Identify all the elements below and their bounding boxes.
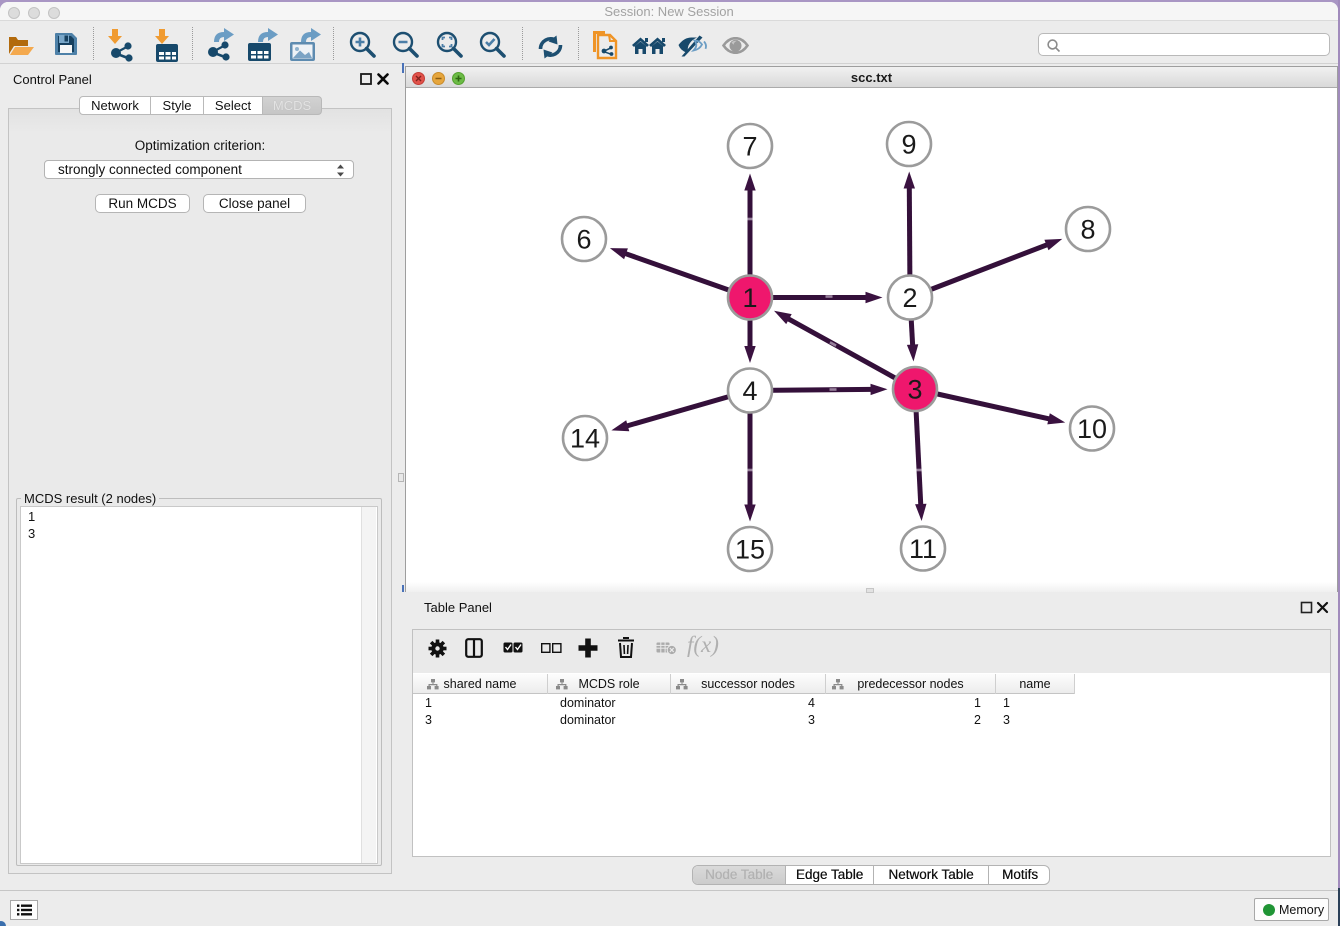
svg-text:10: 10	[1077, 414, 1107, 444]
svg-text:14: 14	[570, 424, 600, 454]
svg-text:6: 6	[576, 225, 591, 255]
svg-text:4: 4	[742, 376, 757, 406]
svg-text:15: 15	[735, 535, 765, 565]
svg-text:2: 2	[902, 283, 917, 313]
svg-text:1: 1	[742, 283, 757, 313]
svg-text:9: 9	[901, 130, 916, 160]
svg-text:7: 7	[742, 132, 757, 162]
svg-text:8: 8	[1080, 215, 1095, 245]
svg-text:11: 11	[909, 534, 937, 564]
svg-text:3: 3	[907, 375, 922, 405]
